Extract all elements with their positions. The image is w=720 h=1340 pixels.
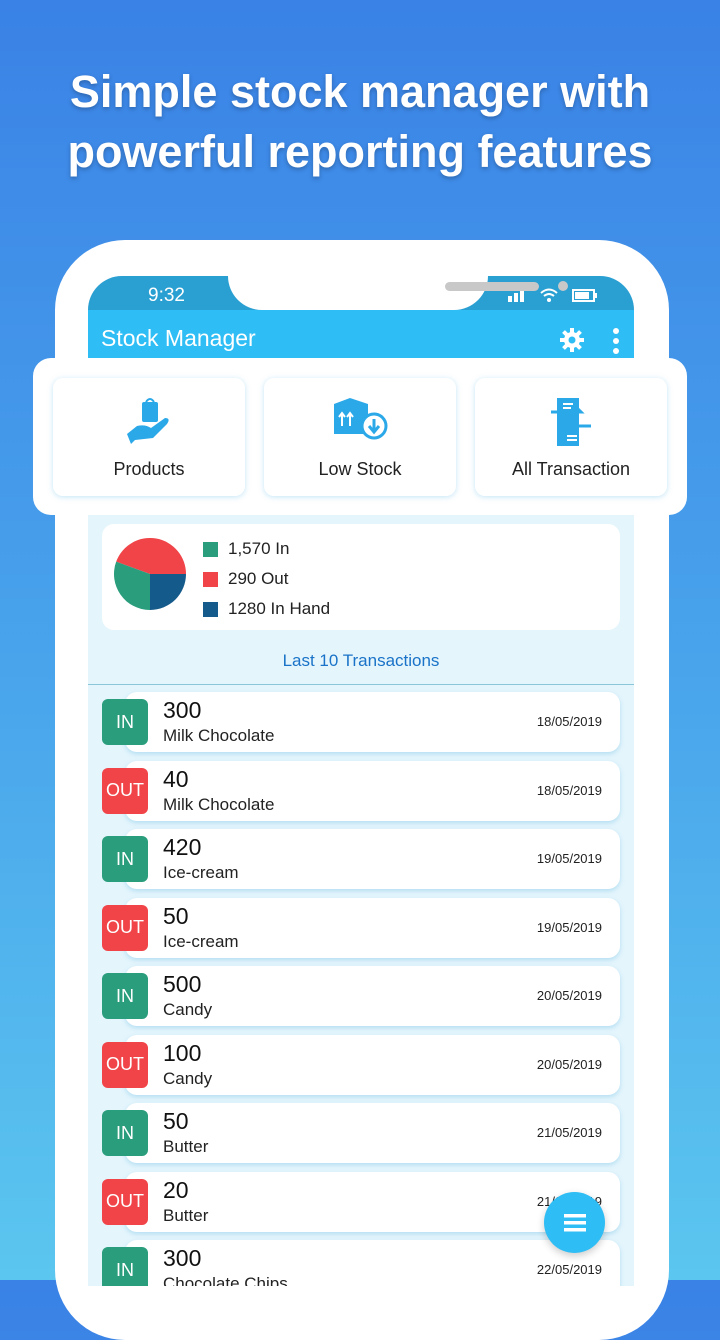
headline: Simple stock manager with powerful repor…	[0, 62, 720, 182]
legend-in-label: 1,570 In	[228, 539, 290, 558]
headline-line-1: Simple stock manager with	[69, 66, 651, 117]
battery-icon	[572, 288, 597, 302]
transaction-product: Milk Chocolate	[163, 794, 275, 814]
wifi-icon	[540, 288, 558, 302]
divider	[88, 684, 634, 685]
status-time: 9:32	[148, 285, 185, 306]
transaction-type-badge: IN	[102, 1247, 148, 1286]
all-transaction-label: All Transaction	[511, 459, 631, 479]
transaction-row[interactable]: IN 500 Candy 20/05/2019	[88, 966, 634, 1028]
transaction-quantity: 40	[163, 765, 189, 792]
transaction-row[interactable]: OUT 40 Milk Chocolate 18/05/2019	[88, 760, 634, 823]
transaction-quantity: 50	[163, 902, 189, 929]
camera	[558, 281, 568, 291]
gear-icon[interactable]	[560, 328, 584, 352]
hamburger-menu-icon	[563, 1213, 586, 1231]
stock-summary-card: 1,570 In 290 Out 1280 In Hand	[102, 524, 620, 630]
app-bar: Stock Manager	[88, 310, 634, 360]
transaction-date: 22/05/2019	[536, 1262, 602, 1277]
hand-bag-icon	[127, 398, 169, 444]
low-stock-button[interactable]: Low Stock	[264, 378, 456, 496]
legend-swatch-in-hand	[203, 601, 218, 617]
transaction-row[interactable]: OUT 50 Ice-cream 19/05/2019	[88, 897, 634, 960]
all-transaction-button[interactable]: All Transaction	[475, 378, 667, 496]
transaction-date: 18/05/2019	[536, 714, 602, 729]
legend-in-hand-label: 1280 In Hand	[228, 599, 331, 618]
transaction-quantity: 50	[163, 1108, 189, 1134]
transaction-type-badge: OUT	[102, 904, 148, 951]
transaction-type-badge: IN	[102, 836, 148, 882]
speaker	[445, 282, 539, 291]
legend-in-hand: 1280 In Hand	[203, 594, 330, 624]
transaction-date: 18/05/2019	[536, 782, 602, 798]
transaction-type-badge: OUT	[102, 1041, 148, 1088]
transaction-row[interactable]: IN 300 Milk Chocolate 18/05/2019	[88, 692, 634, 754]
transaction-type-badge: OUT	[102, 767, 148, 814]
transaction-product: Candy	[163, 1068, 213, 1088]
transaction-quantity: 20	[163, 1176, 189, 1203]
transaction-quantity: 420	[163, 834, 202, 860]
legend-out-label: 290 Out	[228, 569, 289, 588]
transaction-row[interactable]: IN 300 Chocolate Chips 22/05/2019	[88, 1240, 634, 1286]
transaction-product: Butter	[163, 1137, 209, 1156]
transaction-date: 21/05/2019	[536, 1125, 602, 1140]
products-button[interactable]: Products	[53, 378, 245, 496]
phone-notch	[228, 276, 568, 310]
transaction-product: Butter	[163, 1205, 209, 1225]
pie-legend: 1,570 In 290 Out 1280 In Hand	[203, 534, 330, 624]
shortcut-panel: Products Low Stock All Transaction	[33, 358, 687, 515]
transaction-product: Ice-cream	[163, 931, 239, 951]
box-download-icon	[334, 398, 388, 440]
transfer-document-icon	[551, 398, 591, 446]
products-label: Products	[113, 459, 185, 479]
legend-swatch-in	[203, 541, 218, 557]
legend-swatch-out	[203, 571, 218, 587]
transaction-date: 19/05/2019	[536, 919, 602, 935]
transaction-quantity: 100	[163, 1039, 202, 1066]
transaction-date: 19/05/2019	[536, 851, 602, 866]
transaction-date: 20/05/2019	[536, 1056, 602, 1072]
legend-in: 1,570 In	[203, 534, 330, 564]
pie-slice-in-hand	[150, 574, 186, 610]
low-stock-label: Low Stock	[318, 459, 402, 479]
transaction-quantity: 300	[163, 1245, 202, 1271]
legend-out: 290 Out	[203, 564, 330, 594]
transaction-row[interactable]: IN 50 Butter 21/05/2019	[88, 1103, 634, 1165]
transaction-product: Milk Chocolate	[163, 726, 275, 745]
menu-fab[interactable]	[544, 1192, 605, 1253]
transaction-type-badge: IN	[102, 973, 148, 1019]
transaction-product: Candy	[163, 1000, 213, 1019]
last-transactions-link[interactable]: Last 10 Transactions	[88, 651, 634, 671]
headline-line-2: powerful reporting features	[67, 126, 653, 177]
app-title: Stock Manager	[101, 325, 256, 351]
transaction-type-badge: OUT	[102, 1178, 148, 1225]
transaction-product: Chocolate Chips	[163, 1274, 288, 1286]
transaction-quantity: 500	[163, 971, 202, 997]
transaction-row[interactable]: OUT 100 Candy 20/05/2019	[88, 1034, 634, 1097]
more-vertical-icon[interactable]	[612, 328, 620, 354]
transaction-type-badge: IN	[102, 699, 148, 745]
transaction-date: 20/05/2019	[536, 988, 602, 1003]
stock-pie-chart	[114, 538, 186, 610]
transaction-row[interactable]: IN 420 Ice-cream 19/05/2019	[88, 829, 634, 891]
transaction-quantity: 300	[163, 697, 202, 723]
transaction-product: Ice-cream	[163, 863, 239, 882]
transaction-type-badge: IN	[102, 1110, 148, 1156]
